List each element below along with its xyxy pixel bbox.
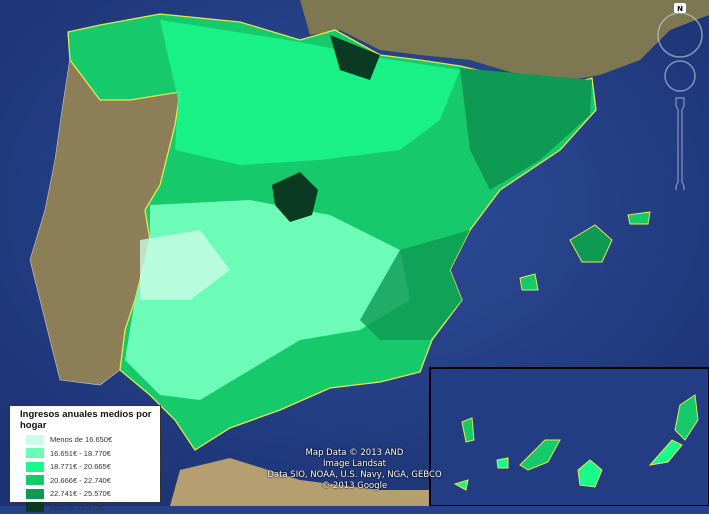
attribution-line: © 2013 Google <box>262 481 447 492</box>
legend-label: 16.651€ - 18.770€ <box>50 449 111 458</box>
legend-item: 22.741€ - 25.570€ <box>14 487 156 501</box>
attribution-line: Map Data © 2013 AND <box>262 448 447 459</box>
map-attribution: Map Data © 2013 AND Image Landsat Data S… <box>262 448 447 492</box>
legend-label: Más de 25.571€ <box>50 503 104 512</box>
look-ring[interactable] <box>658 13 702 57</box>
attribution-line: Image Landsat <box>262 459 447 470</box>
legend-label: 18.771€ - 20.665€ <box>50 462 111 471</box>
legend-item: 20.666€ - 22.740€ <box>14 474 156 488</box>
zoom-slider[interactable] <box>676 98 684 190</box>
legend-swatch <box>26 502 44 512</box>
legend-swatch <box>26 448 44 458</box>
legend-swatch <box>26 462 44 472</box>
legend-item: 18.771€ - 20.665€ <box>14 460 156 474</box>
legend-item: 16.651€ - 18.770€ <box>14 447 156 461</box>
legend-item: Más de 25.571€ <box>14 501 156 514</box>
navigation-controls[interactable]: N <box>650 0 709 190</box>
attribution-line: Data SIO, NOAA, U.S. Navy, NGA, GEBCO <box>262 470 447 481</box>
canary-gomera <box>497 458 508 468</box>
north-indicator[interactable]: N <box>677 5 683 13</box>
legend-swatch <box>26 435 44 445</box>
move-ring[interactable] <box>665 61 695 91</box>
legend-label: 20.666€ - 22.740€ <box>50 476 111 485</box>
legend-label: Menos de 16.650€ <box>50 435 112 444</box>
legend-label: 22.741€ - 25.570€ <box>50 489 111 498</box>
legend-swatch <box>26 489 44 499</box>
legend-item: Menos de 16.650€ <box>14 433 156 447</box>
legend-swatch <box>26 475 44 485</box>
legend: Ingresos anuales medios por hogar Menos … <box>9 405 161 503</box>
legend-title: Ingresos anuales medios por hogar <box>20 409 156 431</box>
